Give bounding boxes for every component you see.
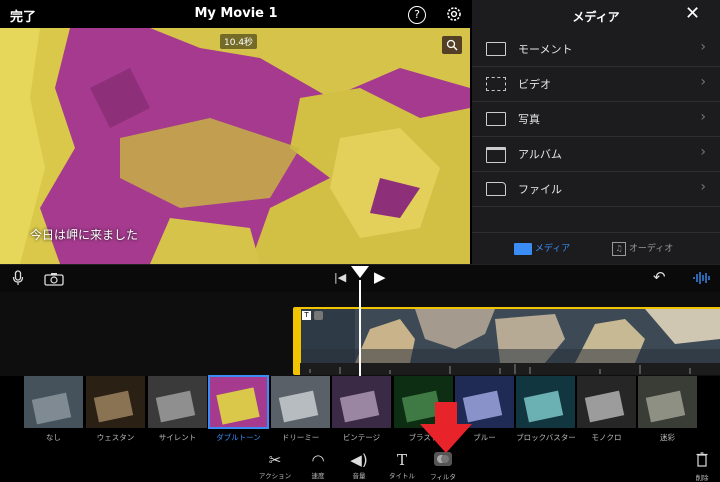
down-arrow-annotation-icon	[420, 402, 472, 453]
chevron-right-icon: ›	[700, 109, 706, 125]
tool-volume[interactable]: ◀) 音量	[337, 452, 381, 480]
tool-label: 速度	[311, 472, 325, 480]
play-button[interactable]: ▶	[374, 268, 386, 286]
film-icon	[514, 242, 532, 255]
filter-label: 迷彩	[660, 433, 675, 442]
camera-button[interactable]	[44, 271, 64, 290]
media-row-label: 写真	[518, 113, 540, 126]
filter-thumb-vintage[interactable]	[332, 376, 391, 428]
music-note-icon: ♫	[612, 241, 626, 256]
playhead-marker	[351, 266, 369, 278]
filter-thumb-dreamy[interactable]	[271, 376, 330, 428]
filter-thumb-none[interactable]	[24, 376, 83, 428]
folder-icon	[486, 182, 506, 196]
scissors-icon: ✂	[268, 451, 282, 469]
filter-thumb-silent[interactable]	[148, 376, 207, 428]
help-button[interactable]: ?	[408, 6, 426, 24]
film-icon	[486, 77, 506, 91]
delete-button[interactable]: 削除	[680, 452, 720, 482]
zoom-icon	[446, 39, 458, 51]
filter-badge-icon	[314, 311, 323, 320]
media-row-label: アルバム	[518, 148, 562, 161]
filter-thumb-camo[interactable]	[638, 376, 697, 428]
skip-back-icon: |◀	[334, 271, 347, 284]
media-row-photos[interactable]: 写真 ›	[472, 101, 720, 137]
camera-icon	[44, 273, 64, 286]
chevron-right-icon: ›	[700, 179, 706, 195]
tool-title[interactable]: T タイトル	[380, 452, 424, 480]
filter-label: ウェスタン	[96, 433, 135, 442]
filter-label: ダブルトーン	[216, 433, 261, 442]
tab-media[interactable]: メディア	[514, 241, 570, 255]
album-icon	[486, 147, 506, 163]
playhead[interactable]	[359, 280, 361, 376]
settings-button[interactable]	[445, 5, 463, 27]
undo-button[interactable]: ↶	[653, 268, 666, 286]
title-badge-icon: T	[302, 311, 311, 320]
movie-title: My Movie 1	[194, 6, 278, 21]
chevron-right-icon: ›	[700, 39, 706, 55]
gear-icon	[447, 7, 461, 21]
media-row-files[interactable]: ファイル ›	[472, 171, 720, 207]
tool-label: タイトル	[389, 472, 415, 480]
speaker-icon: ◀)	[350, 451, 368, 469]
tool-label: 削除	[695, 474, 709, 482]
filter-thumb-western[interactable]	[86, 376, 145, 428]
audio-waveform	[300, 363, 720, 375]
undo-icon: ↶	[653, 268, 666, 286]
filter-label: モノクロ	[591, 433, 622, 442]
media-row-video[interactable]: ビデオ ›	[472, 66, 720, 102]
trash-icon	[680, 452, 720, 470]
media-panel-title: メディア	[572, 10, 620, 24]
waveform-icon	[693, 272, 710, 284]
close-icon: ✕	[685, 3, 701, 24]
filter-label: ブロックバスター	[516, 433, 576, 442]
filter-icon	[421, 452, 465, 469]
tab-audio-label: オーディオ	[628, 244, 674, 254]
media-row-moments[interactable]: モーメント ›	[472, 31, 720, 67]
microphone-icon	[12, 270, 24, 285]
skip-to-start-button[interactable]: |◀	[334, 271, 346, 284]
voiceover-button[interactable]	[12, 270, 24, 290]
media-row-label: モーメント	[518, 43, 573, 56]
filter-label: ドリーミー	[281, 433, 320, 442]
filter-thumb-duotone[interactable]	[208, 375, 269, 429]
filter-thumb-mono[interactable]	[577, 376, 636, 428]
close-button[interactable]: ✕	[685, 5, 700, 23]
audio-wave-button[interactable]	[693, 270, 711, 289]
tool-filter[interactable]: フィルタ	[421, 452, 465, 481]
filter-label: なし	[46, 433, 61, 442]
chevron-right-icon: ›	[700, 74, 706, 90]
filter-label: ビンテージ	[342, 433, 381, 442]
duration-badge: 10.4秒	[220, 34, 258, 49]
media-tab-bar: メディア ♫ オーディオ	[472, 232, 720, 265]
filter-label: サイレント	[158, 433, 197, 442]
play-icon: ▶	[374, 268, 386, 286]
photo-icon	[486, 112, 506, 126]
speedometer-icon: ◠	[311, 451, 325, 469]
media-row-albums[interactable]: アルバム ›	[472, 136, 720, 172]
filter-thumb-blockbuster[interactable]	[516, 376, 575, 428]
media-row-label: ビデオ	[518, 78, 551, 91]
zoom-button[interactable]	[442, 36, 462, 54]
tool-label: 音量	[352, 472, 366, 480]
tool-label: アクション	[258, 472, 292, 480]
tool-action[interactable]: ✂ アクション	[253, 452, 297, 480]
moments-icon	[486, 42, 506, 56]
help-icon: ?	[414, 8, 420, 21]
chevron-right-icon: ›	[700, 144, 706, 160]
tab-audio[interactable]: ♫ オーディオ	[612, 241, 673, 256]
title-t-icon: T	[396, 451, 407, 469]
subtitle-text: 今日は岬に来ました	[30, 228, 139, 242]
tool-speed[interactable]: ◠ 速度	[296, 452, 340, 480]
media-row-label: ファイル	[518, 183, 562, 196]
tab-media-label: メディア	[534, 244, 571, 254]
